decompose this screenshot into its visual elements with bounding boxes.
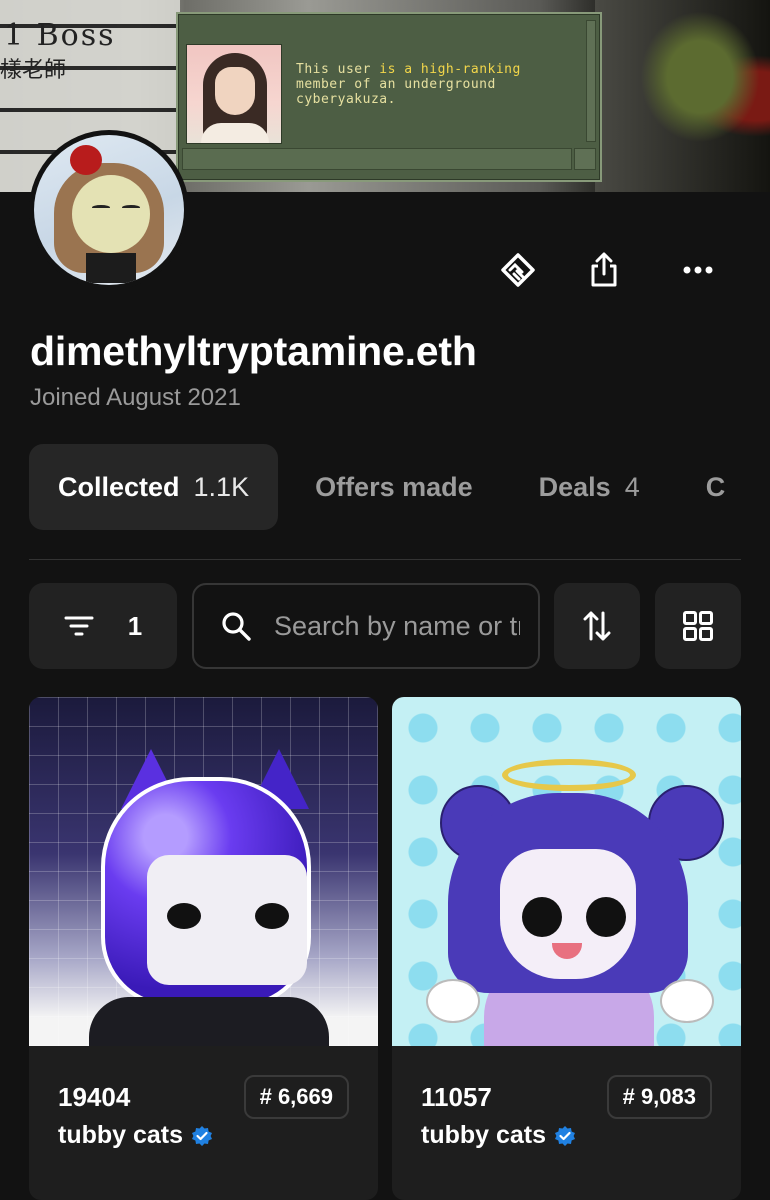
nft-rank-badge: # 9,083: [606, 1075, 712, 1119]
filter-button[interactable]: 1: [29, 583, 177, 669]
nft-collection-name: tubby cats: [58, 1121, 184, 1149]
share-button[interactable]: [582, 248, 626, 292]
dialog-portrait: [186, 44, 282, 144]
dialog-scrollbar: [586, 20, 596, 142]
filter-icon: [64, 616, 94, 636]
nft-collection[interactable]: tubby cats: [421, 1121, 576, 1150]
profile-tabs: Collected 1.1K Offers made Deals 4 C: [29, 444, 741, 530]
verified-badge-icon: [555, 1125, 576, 1146]
nft-card[interactable]: 19404 # 6,669 tubby cats: [29, 697, 378, 1200]
search-field[interactable]: Search by name or trait: [192, 583, 540, 669]
nft-image: [29, 697, 378, 1046]
profile-joined-date: Joined August 2021: [30, 384, 241, 411]
nft-token-id: 11057: [421, 1082, 492, 1112]
retro-dialog-window: This user is a high-ranking member of an …: [176, 12, 602, 182]
handshake-icon: [501, 253, 535, 287]
nft-card[interactable]: 11057 # 9,083 tubby cats: [392, 697, 741, 1200]
search-icon: [222, 612, 251, 641]
nft-rank-badge: # 6,669: [243, 1075, 349, 1119]
tab-offers-made[interactable]: Offers made: [315, 444, 473, 530]
nft-collection[interactable]: tubby cats: [58, 1121, 213, 1150]
banner-sign-text: 1 Boss: [4, 18, 116, 53]
profile-avatar[interactable]: [29, 130, 189, 290]
verified-badge-icon: [192, 1125, 213, 1146]
dialog-message: This user is a high-ranking member of an …: [296, 62, 521, 107]
profile-username: dimethyltryptamine.eth: [30, 328, 477, 374]
more-icon: [683, 266, 713, 274]
filter-count: 1: [127, 610, 143, 641]
nft-token-id: 19404: [58, 1082, 131, 1112]
banner-sign-text-2: 樣老師: [0, 58, 67, 83]
tab-deals[interactable]: Deals 4: [539, 444, 640, 530]
deals-button[interactable]: [496, 248, 540, 292]
dialog-corner-button: [574, 148, 596, 170]
share-icon: [591, 252, 617, 287]
banner-background-figure: [595, 0, 770, 192]
tabs-divider: [29, 559, 741, 560]
grid-icon: [683, 611, 713, 641]
dialog-input-bar: [182, 148, 572, 170]
nft-collection-name: tubby cats: [421, 1121, 547, 1149]
tab-overflow[interactable]: C: [706, 444, 726, 530]
tab-collected[interactable]: Collected 1.1K: [29, 444, 279, 530]
more-options-button[interactable]: [676, 248, 720, 292]
nft-image: [392, 697, 741, 1046]
sort-button[interactable]: [554, 583, 640, 669]
grid-view-button[interactable]: [655, 583, 741, 669]
search-placeholder: Search by name or trait: [274, 610, 520, 641]
sort-icon: [583, 611, 611, 641]
